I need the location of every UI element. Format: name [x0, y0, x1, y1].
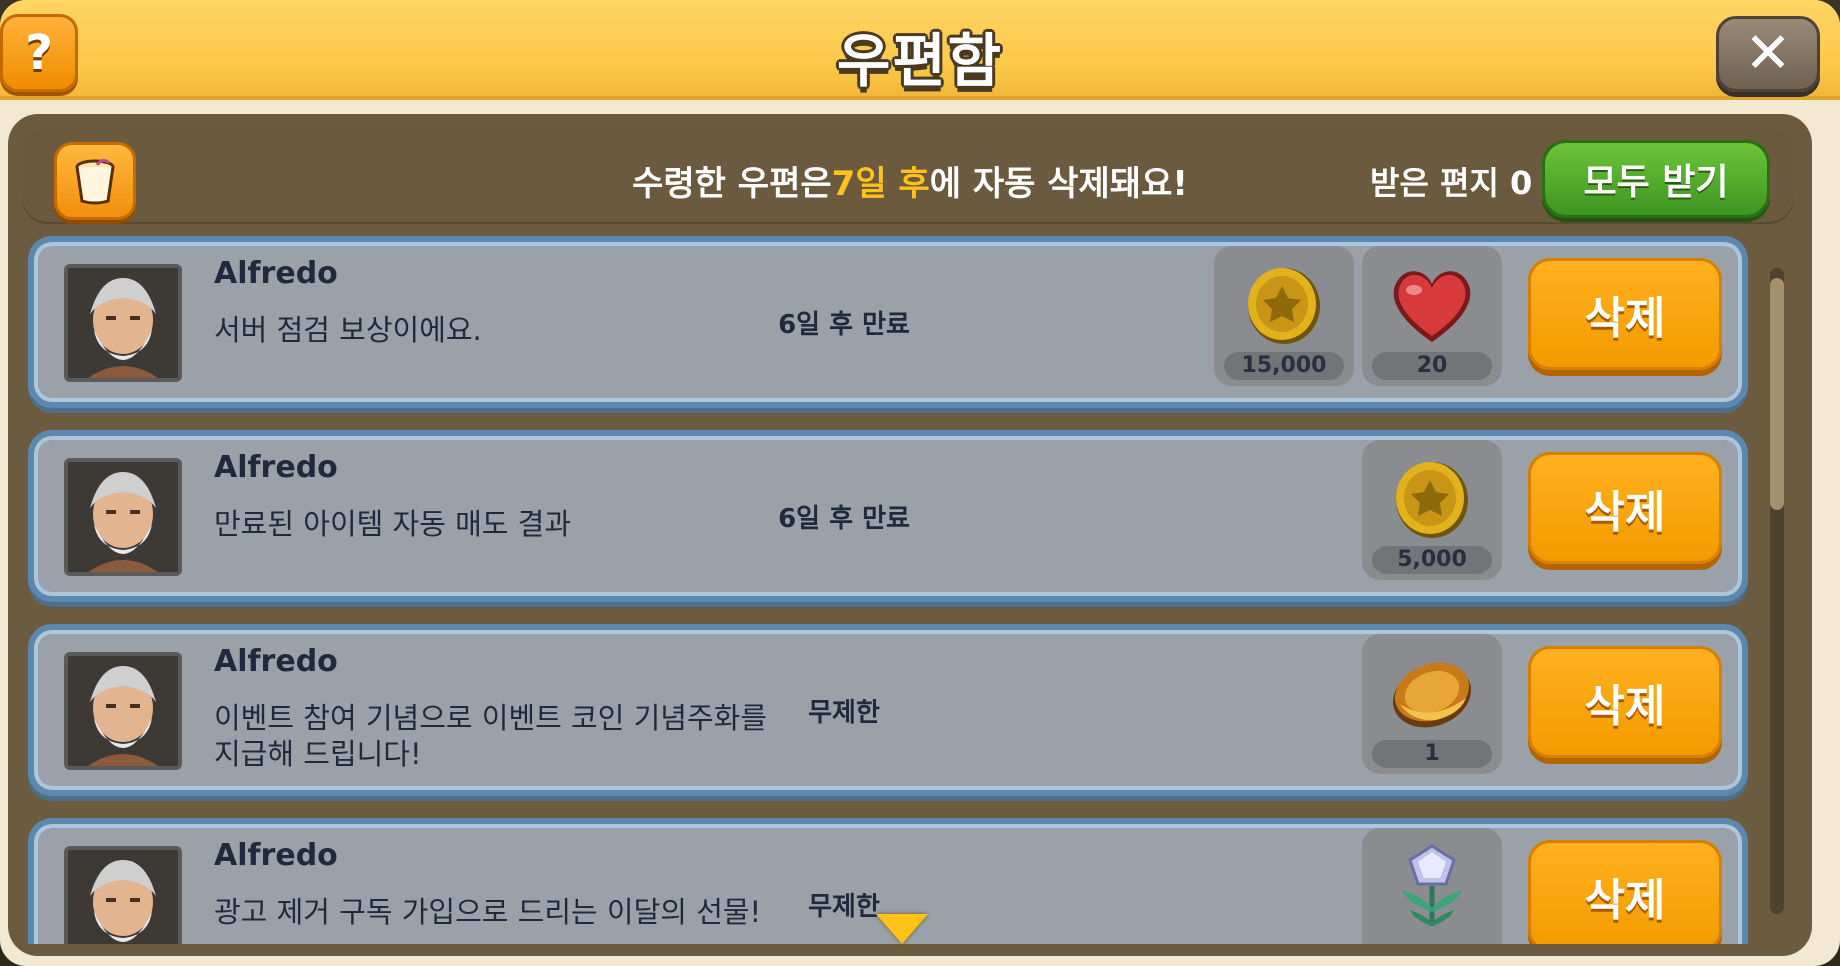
- mail-message: 광고 제거 구독 가입으로 드리는 이달의 선물!: [214, 895, 762, 929]
- avatar: [64, 458, 182, 576]
- sender-name: Alfredo: [214, 450, 338, 485]
- sender-name: Alfredo: [214, 644, 338, 679]
- expiry-label: 6일 후 만료: [778, 310, 910, 340]
- expiry-label: 무제한: [808, 698, 880, 728]
- avatar: [64, 846, 182, 944]
- mail-row: Alfredo 이벤트 참여 기념으로 이벤트 코인 기념주화를 지급해 드립니…: [28, 624, 1748, 796]
- reward-slot: 15,000: [1214, 246, 1354, 386]
- received-count: 받은 편지 0: [1370, 164, 1533, 202]
- title-bar: 우편함: [0, 0, 1840, 100]
- old-man-avatar-icon: [68, 850, 178, 944]
- trash-button[interactable]: [54, 142, 136, 220]
- help-button[interactable]: ?: [0, 14, 78, 92]
- reward-quantity: 1: [1372, 740, 1492, 768]
- expiry-label: 6일 후 만료: [778, 504, 910, 534]
- delete-button[interactable]: 삭제: [1528, 646, 1722, 758]
- reward-slot: [1362, 828, 1502, 944]
- mail-row: Alfredo 만료된 아이템 자동 매도 결과 6일 후 만료 5,000 삭…: [28, 430, 1748, 602]
- reward-quantity: 15,000: [1224, 352, 1344, 380]
- notice-text-after: 에 자동 삭제돼요!: [929, 164, 1188, 204]
- mail-list[interactable]: Alfredo 서버 점검 보상이에요. 6일 후 만료 15,000 20 삭…: [28, 236, 1758, 944]
- delete-button[interactable]: 삭제: [1528, 258, 1722, 370]
- auto-delete-notice: 수령한 우편은7일 후에 자동 삭제돼요!: [600, 156, 1220, 205]
- gold-coin-icon: [1396, 462, 1468, 538]
- delete-button[interactable]: 삭제: [1528, 840, 1722, 944]
- question-icon: ?: [25, 25, 53, 81]
- mailbox-window: 우편함 ? ✕ 수령한 우편은7일 후에 자동 삭제돼요! 받은 편지 0 모두…: [0, 0, 1840, 966]
- mail-message: 서버 점검 보상이에요.: [214, 313, 482, 347]
- avatar: [64, 264, 182, 382]
- old-man-avatar-icon: [68, 462, 178, 572]
- scroll-down-arrow-icon[interactable]: [876, 914, 928, 944]
- old-man-avatar-icon: [68, 656, 178, 766]
- mail-row: Alfredo 서버 점검 보상이에요. 6일 후 만료 15,000 20 삭…: [28, 236, 1748, 408]
- crystal-flower-icon: [1402, 844, 1462, 926]
- notice-text-before: 수령한 우편은: [632, 164, 832, 204]
- reward-slot: 5,000: [1362, 440, 1502, 580]
- close-icon: ✕: [1744, 21, 1792, 86]
- avatar: [64, 652, 182, 770]
- sender-name: Alfredo: [214, 256, 338, 291]
- window-title: 우편함: [836, 27, 1004, 95]
- reward-quantity: 20: [1372, 352, 1492, 380]
- trash-bucket-icon: [75, 158, 115, 205]
- heart-icon: [1393, 271, 1471, 342]
- delete-button[interactable]: 삭제: [1528, 452, 1722, 564]
- scrollbar-thumb[interactable]: [1770, 278, 1784, 510]
- reward-slot: 1: [1362, 634, 1502, 774]
- sender-name: Alfredo: [214, 838, 338, 873]
- gold-coin-icon: [1248, 268, 1320, 344]
- reward-quantity: 5,000: [1372, 546, 1492, 574]
- notice-highlight: 7일 후: [831, 164, 930, 204]
- commemorative-coin-icon: [1393, 662, 1471, 728]
- close-button[interactable]: ✕: [1716, 16, 1820, 92]
- receive-all-button[interactable]: 모두 받기: [1542, 140, 1770, 218]
- mail-message: 이벤트 참여 기념으로 이벤트 코인 기념주화를 지급해 드립니다!: [214, 701, 768, 771]
- mail-message: 만료된 아이템 자동 매도 결과: [214, 507, 572, 541]
- old-man-avatar-icon: [68, 268, 178, 378]
- reward-slot: 20: [1362, 246, 1502, 386]
